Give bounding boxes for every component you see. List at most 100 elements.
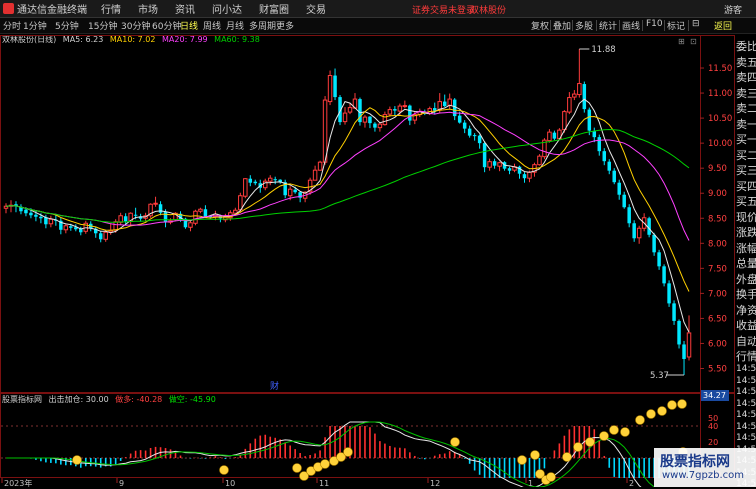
candle-down bbox=[442, 101, 447, 107]
candle-up bbox=[233, 209, 238, 214]
side-panel-label: 卖三 bbox=[736, 86, 756, 100]
candle-up bbox=[362, 116, 368, 123]
candle-up bbox=[537, 155, 542, 166]
candle-up bbox=[397, 105, 403, 112]
price-axis-label: 8.00 bbox=[708, 239, 727, 249]
watermark: 股票指标网 www.7gpzb.com bbox=[654, 448, 756, 487]
candle-up bbox=[198, 208, 203, 212]
smiley-icon bbox=[599, 431, 609, 441]
smiley-icon bbox=[72, 455, 82, 465]
candle-up bbox=[547, 131, 552, 142]
side-panel-label: 卖二 bbox=[736, 102, 756, 115]
side-panel-label: 14:50 bbox=[736, 398, 756, 409]
smiley-icon bbox=[646, 409, 656, 419]
price-axis-label: 9.50 bbox=[708, 164, 727, 174]
candle-down bbox=[492, 161, 497, 166]
side-panel-label: 14:50 bbox=[736, 364, 756, 374]
smiley-icon bbox=[292, 463, 302, 473]
candle-down bbox=[602, 151, 607, 162]
candle-down bbox=[612, 170, 616, 183]
candle-down bbox=[657, 252, 661, 267]
candle-down bbox=[472, 135, 477, 137]
side-panel-label: 外盘 bbox=[736, 272, 756, 286]
side-panel-label: 委比 bbox=[736, 40, 756, 53]
candle-up bbox=[48, 218, 54, 225]
smiley-icon bbox=[620, 427, 630, 437]
candle-up bbox=[382, 114, 388, 126]
ma5-line bbox=[5, 98, 690, 333]
candle-down bbox=[522, 174, 527, 179]
side-panel-label: 买五 bbox=[736, 195, 756, 208]
high-price-label: 11.88 bbox=[591, 45, 615, 55]
candle-down bbox=[133, 214, 138, 216]
price-axis-label: 7.00 bbox=[708, 289, 727, 299]
x-axis-label: 10 bbox=[225, 479, 235, 487]
candle-up bbox=[63, 225, 69, 231]
side-panel-label: 14:50 bbox=[736, 421, 756, 432]
candle-down bbox=[408, 105, 412, 121]
candle-down bbox=[34, 214, 38, 217]
low-price-label: 5.37 bbox=[650, 371, 669, 381]
candle-down bbox=[123, 216, 128, 222]
side-panel-label: 涨跌 bbox=[736, 226, 756, 239]
price-axis-label: 7.50 bbox=[708, 264, 727, 274]
x-axis-label: 2 bbox=[629, 479, 634, 487]
smiley-icon bbox=[585, 437, 595, 447]
candle-up bbox=[327, 75, 333, 103]
candle-up bbox=[153, 202, 158, 205]
candle-down bbox=[462, 122, 467, 129]
candle-down bbox=[69, 226, 73, 228]
smiley-icon bbox=[517, 455, 527, 465]
side-panel-label: 14:50 bbox=[736, 375, 756, 386]
candle-down bbox=[452, 99, 457, 117]
candle-down bbox=[273, 179, 277, 181]
candle-down bbox=[457, 115, 462, 123]
candle-down bbox=[98, 233, 103, 240]
candle-down bbox=[253, 181, 258, 184]
side-panel-label: 买四 bbox=[736, 179, 756, 193]
smiley-icon bbox=[657, 406, 667, 416]
price-axis-label: 10.00 bbox=[708, 139, 732, 149]
candle-down bbox=[677, 320, 681, 345]
candle-down bbox=[39, 216, 43, 219]
side-panel-label: 卖一 bbox=[736, 117, 756, 131]
x-axis-label: 12 bbox=[430, 479, 440, 487]
candle-down bbox=[373, 123, 377, 128]
price-panel-frame bbox=[0, 35, 735, 393]
candle-up bbox=[322, 99, 328, 163]
candle-up bbox=[118, 215, 123, 223]
candle-up bbox=[567, 97, 572, 113]
kline-chart[interactable]: 11.50 11.00 10.50 10.00 9.50 9.00 8.50 8.00 7.50… bbox=[0, 0, 756, 487]
side-panel-label: 自动 bbox=[736, 334, 756, 348]
price-axis-label: 8.50 bbox=[708, 214, 727, 224]
side-panel-label: 14:50 bbox=[736, 387, 756, 397]
smiley-icon bbox=[450, 437, 460, 447]
candle-up bbox=[686, 332, 692, 358]
watermark-title: 股票指标网 bbox=[660, 454, 730, 470]
candle-down bbox=[582, 84, 587, 110]
candle-up bbox=[267, 177, 273, 182]
candle-up bbox=[287, 188, 293, 197]
price-axis-label: 6.00 bbox=[708, 339, 727, 349]
side-panel-label: 买一 bbox=[736, 133, 756, 146]
price-axis-label: 10.50 bbox=[708, 114, 732, 124]
side-panel-label: 收益 bbox=[736, 319, 756, 332]
chart-expand-icon: ⊡ bbox=[690, 37, 697, 46]
candle-down bbox=[393, 109, 397, 111]
candle-down bbox=[24, 209, 28, 214]
x-axis-label: 2023年 bbox=[4, 478, 32, 487]
candle-up bbox=[387, 109, 393, 115]
candle-down bbox=[682, 344, 686, 359]
ma20-line bbox=[5, 110, 690, 241]
candle-down bbox=[293, 189, 297, 193]
candle-down bbox=[163, 211, 168, 223]
candle-up bbox=[527, 171, 532, 179]
candle-up bbox=[572, 93, 577, 98]
side-panel-label: 14:50 bbox=[736, 410, 756, 420]
candle-up bbox=[377, 123, 383, 129]
side-panel-label: 卖五 bbox=[736, 55, 756, 69]
side-panel-label: 买三 bbox=[736, 164, 756, 177]
price-axis-label: 9.00 bbox=[708, 189, 727, 199]
side-panel-label: 涨幅 bbox=[736, 241, 756, 255]
candle-up bbox=[447, 98, 452, 107]
